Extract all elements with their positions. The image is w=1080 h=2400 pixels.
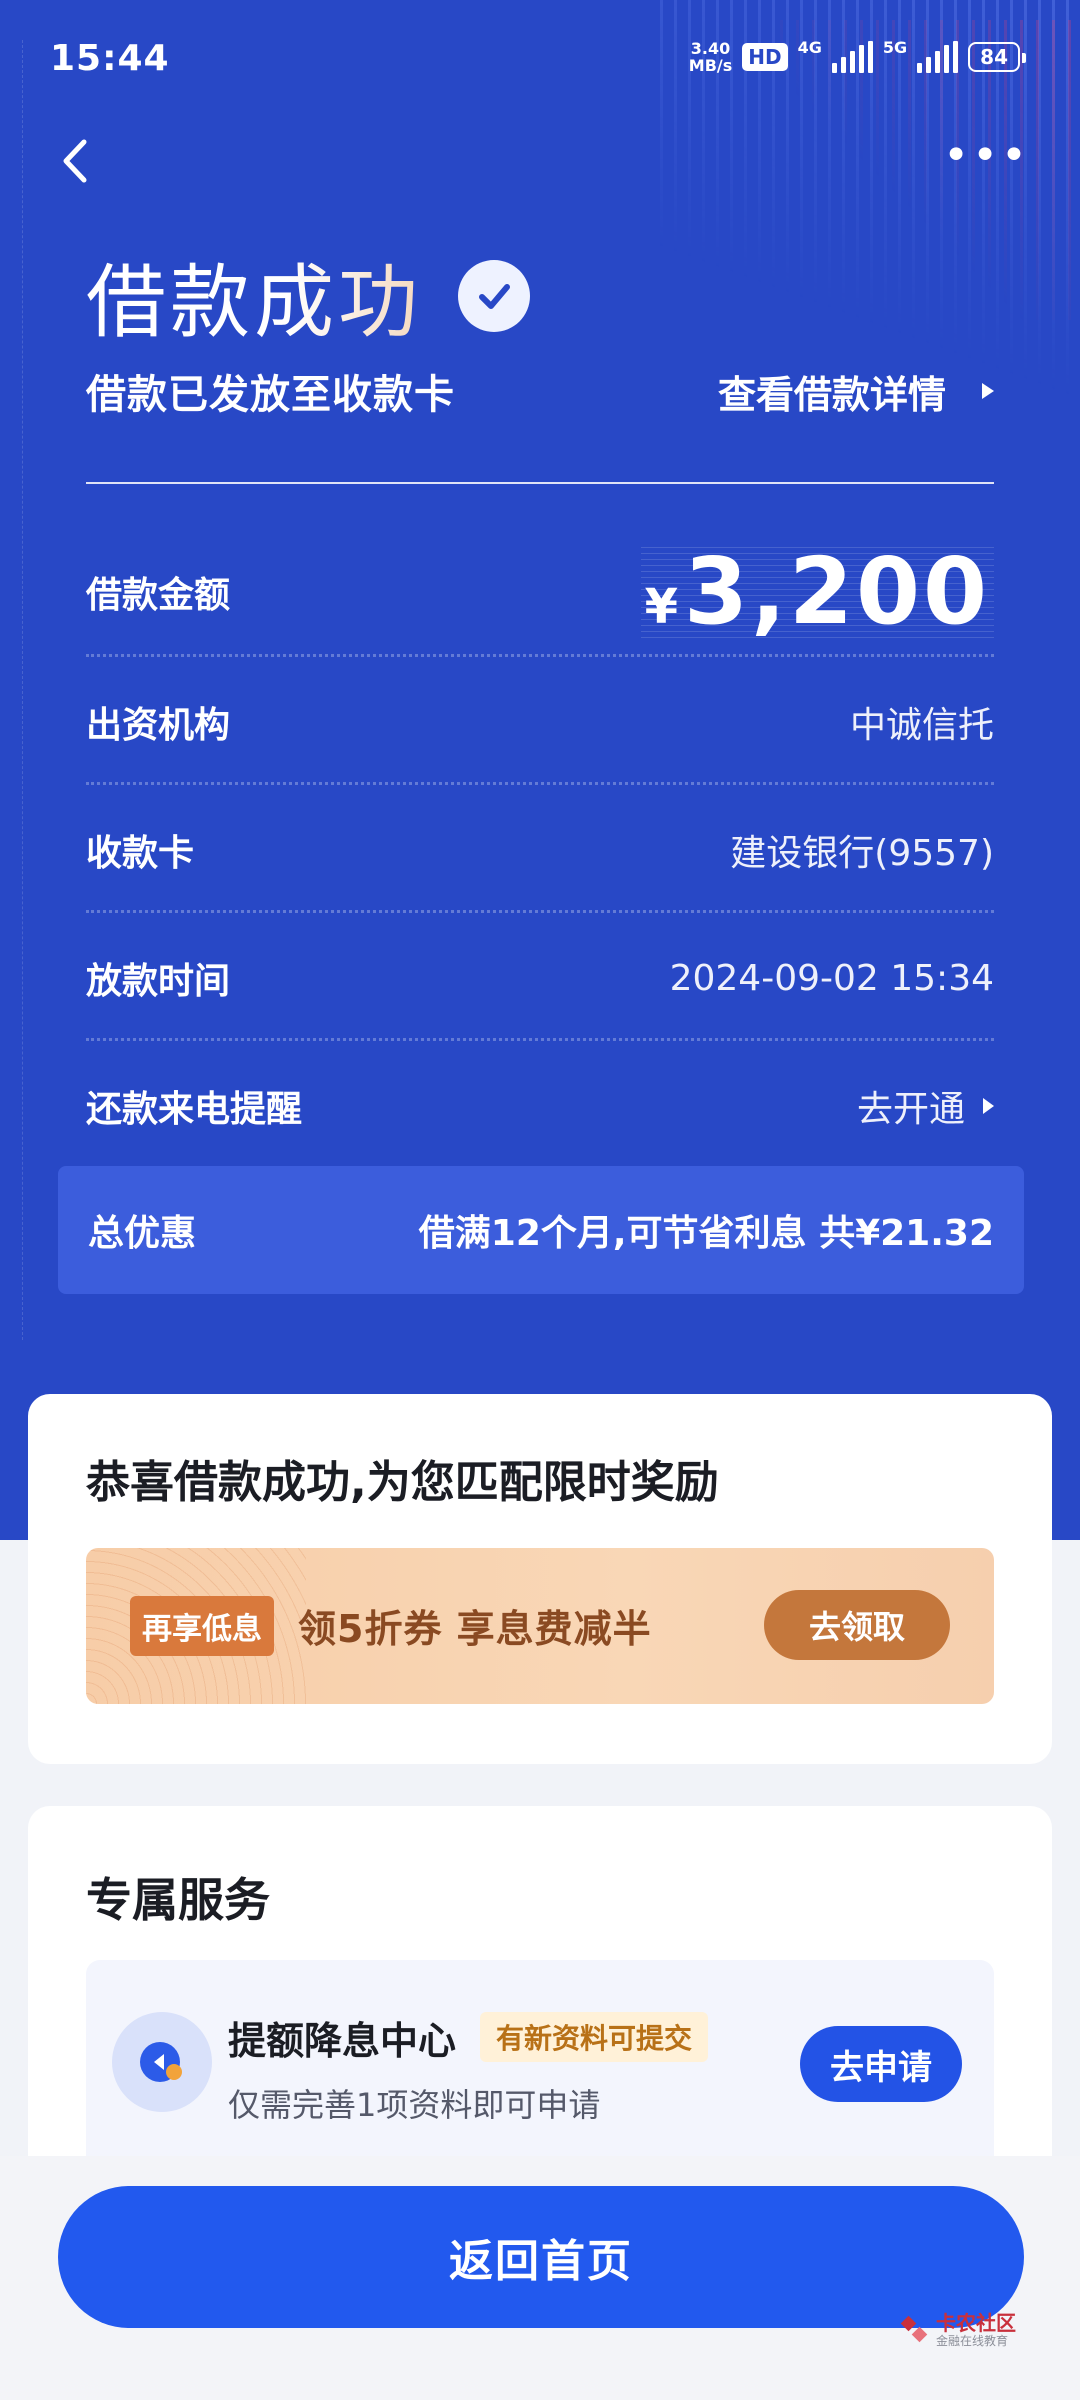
row-separator bbox=[86, 1038, 994, 1041]
status-icons: 3.40 MB/s HD 4G 5G 84 bbox=[689, 38, 1026, 74]
signal-icon bbox=[831, 41, 873, 73]
service-badge: 有新资料可提交 bbox=[480, 2012, 709, 2062]
total-discount-banner: 总优惠 借满12个月,可节省利息 共¥21.32 bbox=[58, 1166, 1024, 1294]
receiving-card-row: 收款卡 建设银行(9557) bbox=[86, 824, 994, 876]
title-row: 借款成功 bbox=[86, 238, 530, 354]
service-item[interactable]: 提额降息中心 有新资料可提交 仅需完善1项资料即可申请 去申请 bbox=[86, 1960, 994, 2170]
row-separator bbox=[86, 910, 994, 913]
reward-heading: 恭喜借款成功,为您匹配限时奖励 bbox=[86, 1457, 719, 1508]
loan-amount: ¥ 3,200 bbox=[640, 538, 994, 645]
disbursement-time-label: 放款时间 bbox=[86, 961, 231, 1002]
triangle-right-icon bbox=[983, 1098, 994, 1114]
service-name: 提额降息中心 bbox=[228, 2019, 457, 2063]
repayment-reminder-label: 还款来电提醒 bbox=[86, 1089, 303, 1130]
network-speed: 3.40 MB/s bbox=[689, 40, 732, 74]
receiving-card-value: 建设银行(9557) bbox=[730, 833, 994, 874]
network-4g-label: 4G bbox=[797, 38, 822, 57]
lender-label: 出资机构 bbox=[86, 705, 231, 746]
currency-symbol: ¥ bbox=[644, 579, 678, 635]
enable-reminder-label: 去开通 bbox=[856, 1089, 965, 1130]
divider bbox=[86, 482, 994, 484]
disbursement-time-row: 放款时间 2024-09-02 15:34 bbox=[86, 952, 994, 1004]
page-title: 借款成功 bbox=[86, 238, 422, 354]
coupon-text: 领5折券 享息费减半 bbox=[298, 1607, 652, 1651]
low-interest-tag: 再享低息 bbox=[130, 1596, 274, 1656]
loan-amount-row: 借款金额 ¥ 3,200 bbox=[86, 546, 994, 638]
lender-value: 中诚信托 bbox=[849, 705, 994, 746]
row-separator bbox=[86, 654, 994, 657]
network-5g-label: 5G bbox=[882, 38, 908, 57]
coupon-banner[interactable]: 再享低息 领5折券 享息费减半 去领取 bbox=[86, 1548, 994, 1704]
side-watermark-strip bbox=[22, 40, 36, 1340]
view-details-link[interactable]: 查看借款详情 bbox=[718, 364, 994, 419]
repayment-reminder-row: 还款来电提醒 去开通 bbox=[86, 1080, 994, 1132]
network-speed-unit: MB/s bbox=[688, 56, 733, 75]
status-time: 15:44 bbox=[50, 38, 170, 79]
watermark-sub: 金融在线教育 bbox=[936, 2334, 1009, 2348]
watermark: 卡农社区 金融在线教育 bbox=[900, 2312, 1016, 2348]
hero-background bbox=[0, 0, 1080, 1540]
reward-card: 恭喜借款成功,为您匹配限时奖励 再享低息 领5折券 享息费减半 去领取 bbox=[28, 1394, 1052, 1764]
triangle-right-icon bbox=[982, 383, 994, 399]
loan-amount-value: 3,200 bbox=[683, 538, 990, 645]
status-bar: 15:44 3.40 MB/s HD 4G 5G 84 bbox=[0, 0, 1080, 120]
total-discount-value: 借满12个月,可节省利息 共¥21.32 bbox=[418, 1213, 994, 1254]
subtitle-row: 借款已发放至收款卡 查看借款详情 bbox=[86, 362, 994, 420]
network-speed-value: 3.40 bbox=[690, 39, 731, 58]
total-discount-label: 总优惠 bbox=[88, 1213, 197, 1254]
signal-icon-2 bbox=[917, 41, 959, 73]
success-check-icon bbox=[458, 260, 530, 332]
loan-amount-label: 借款金额 bbox=[86, 575, 231, 616]
row-separator bbox=[86, 782, 994, 785]
disbursement-time-value: 2024-09-02 15:34 bbox=[669, 957, 994, 999]
watermark-logo-icon bbox=[900, 2315, 928, 2343]
return-home-button[interactable]: 返回首页 bbox=[58, 2186, 1024, 2328]
services-heading: 专属服务 bbox=[86, 1873, 270, 1927]
service-description: 仅需完善1项资料即可申请 bbox=[228, 2086, 601, 2124]
subtitle: 借款已发放至收款卡 bbox=[86, 372, 455, 418]
watermark-main: 卡农社区 bbox=[936, 2311, 1016, 2335]
view-details-label: 查看借款详情 bbox=[717, 372, 946, 417]
back-button[interactable] bbox=[56, 136, 96, 186]
hd-icon: HD bbox=[742, 43, 788, 71]
chevron-left-icon bbox=[63, 139, 87, 183]
battery-icon: 84 bbox=[968, 42, 1026, 72]
apply-button[interactable]: 去申请 bbox=[800, 2026, 962, 2102]
more-dots-icon: ••• bbox=[943, 130, 1030, 181]
receiving-card-label: 收款卡 bbox=[86, 833, 195, 874]
limit-increase-icon bbox=[112, 2012, 212, 2112]
lender-row: 出资机构 中诚信托 bbox=[86, 696, 994, 748]
claim-coupon-button[interactable]: 去领取 bbox=[764, 1590, 950, 1660]
more-options-button[interactable]: ••• bbox=[943, 134, 1030, 178]
enable-reminder-link[interactable]: 去开通 bbox=[857, 1080, 994, 1132]
